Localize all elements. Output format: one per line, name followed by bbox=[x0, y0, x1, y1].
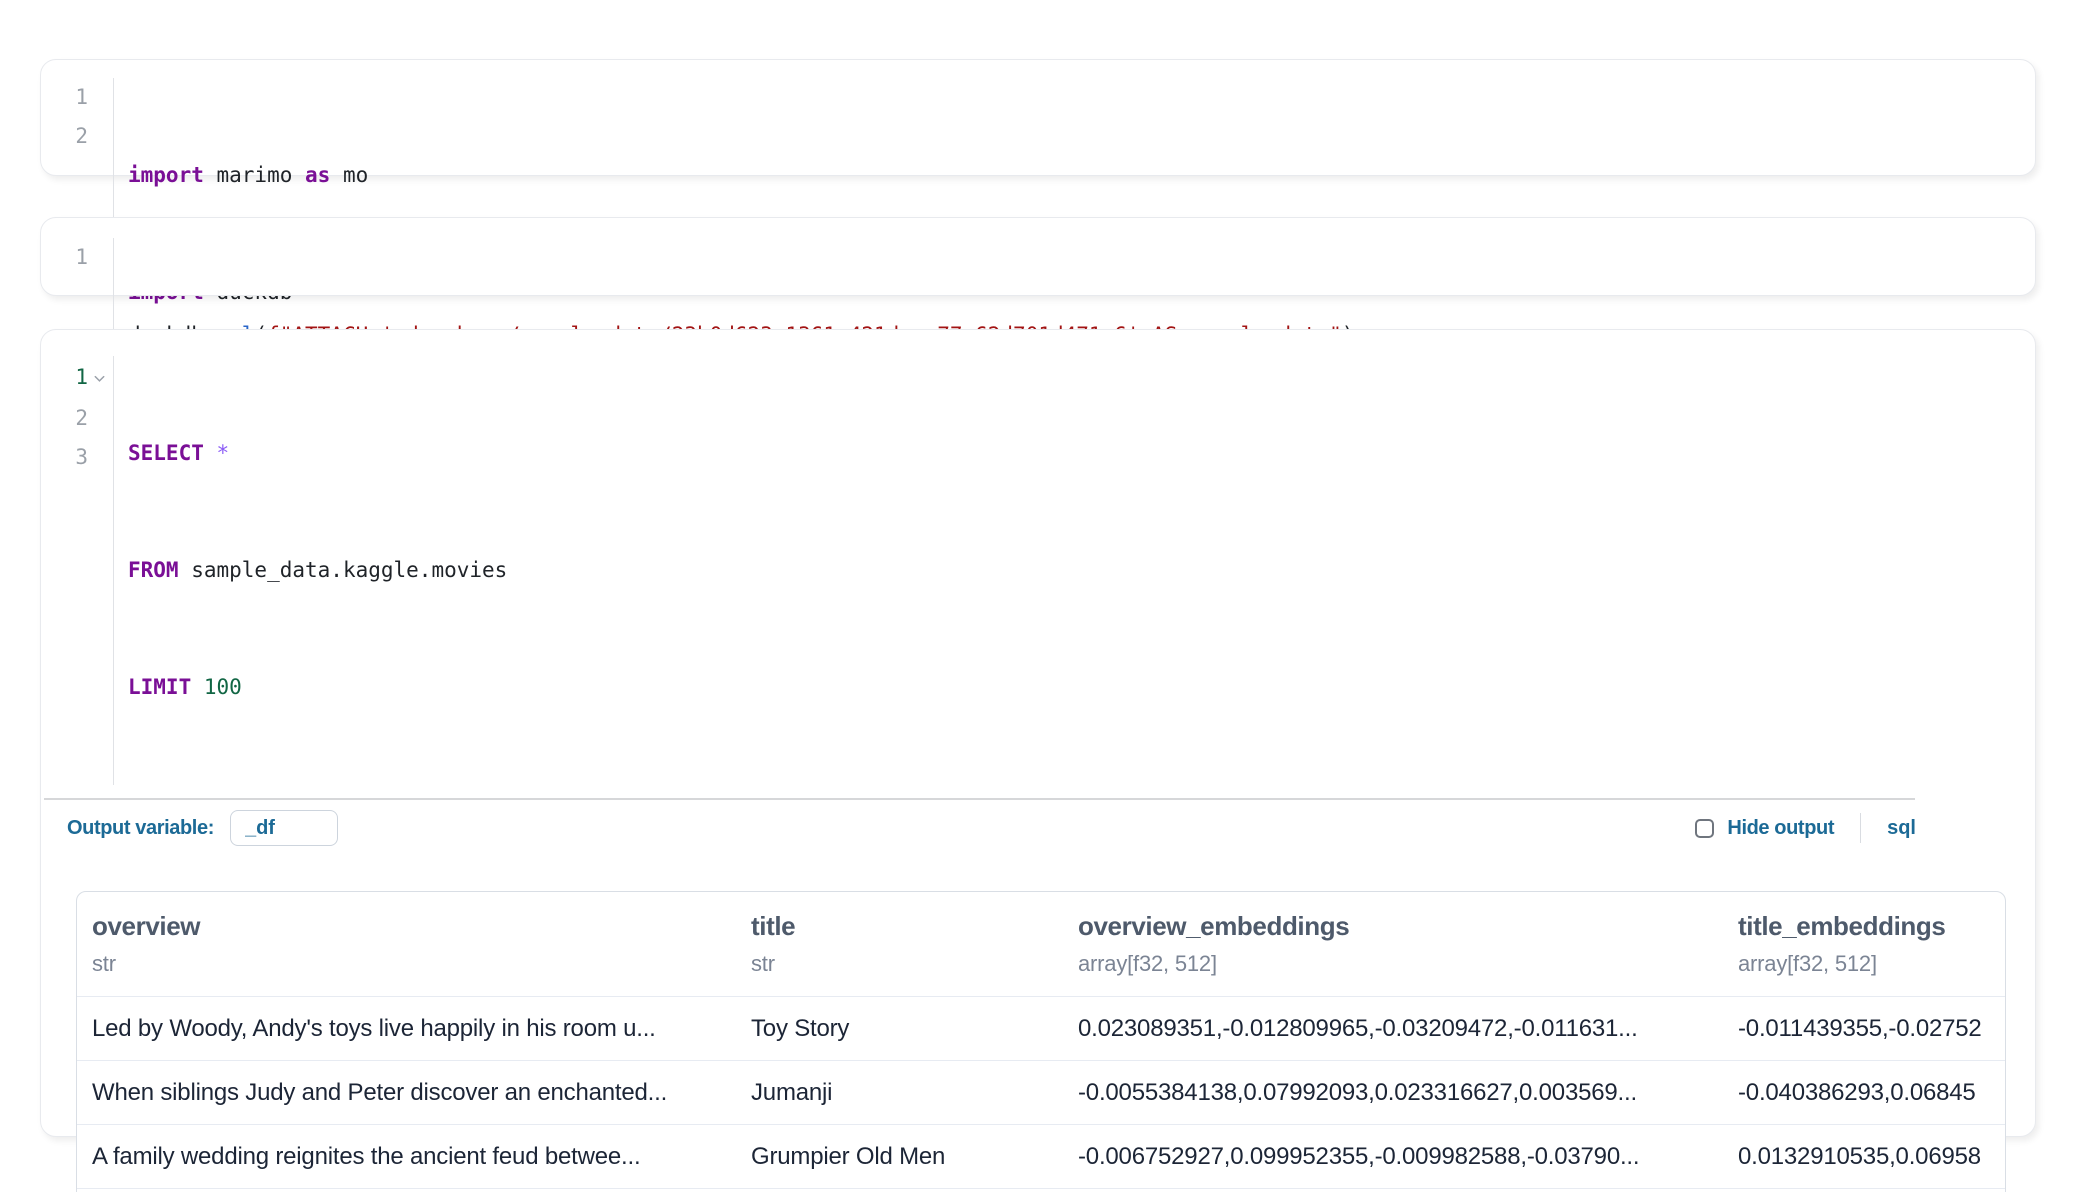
token: LIMIT bbox=[128, 675, 191, 699]
token bbox=[191, 675, 204, 699]
chevron-down-icon[interactable] bbox=[92, 360, 107, 399]
table-header-row: overview str title str overview_embeddin… bbox=[77, 892, 2005, 996]
cell-overview-embeddings: -0.006752927,0.099952355,-0.009982588,-0… bbox=[1062, 1143, 1722, 1171]
token: mo bbox=[330, 163, 368, 187]
column-name: title_embeddings bbox=[1738, 911, 2005, 942]
hide-output-label: Hide output bbox=[1727, 817, 1834, 840]
column-name: title bbox=[751, 911, 1062, 942]
cell-overview: Led by Woody, Andy's toys live happily i… bbox=[77, 1015, 735, 1043]
cell-overview-embeddings: -0.0055384138,0.07992093,0.023316627,0.0… bbox=[1062, 1079, 1722, 1107]
cell-overview: A family wedding reignites the ancient f… bbox=[77, 1143, 735, 1171]
hide-output-checkbox[interactable] bbox=[1695, 819, 1714, 838]
code-line: LIMIT 100 bbox=[128, 668, 507, 707]
token bbox=[204, 441, 217, 465]
column-type: str bbox=[751, 951, 1062, 977]
line-number-text: 1 bbox=[75, 358, 88, 397]
line-number: 1 bbox=[41, 78, 113, 117]
table-row: Led by Woody, Andy's toys live happily i… bbox=[77, 996, 2005, 1060]
line-number: 3 bbox=[41, 438, 113, 477]
token: SELECT bbox=[128, 441, 204, 465]
table-row: Cheated on, mistreated and stepped on, t… bbox=[77, 1188, 2005, 1192]
token: * bbox=[217, 441, 230, 465]
code-content[interactable]: SELECT * FROM sample_data.kaggle.movies … bbox=[114, 356, 507, 785]
token: as bbox=[305, 163, 330, 187]
output-variable-label: Output variable: bbox=[67, 817, 214, 840]
marimo-notebook: 1 2 import marimo as mo import duckdb 1 … bbox=[0, 0, 2086, 1192]
sql-cell: 1 2 3 SELECT * FROM sample_data.kaggle.m… bbox=[40, 329, 2036, 1137]
table-row: When siblings Judy and Peter discover an… bbox=[77, 1060, 2005, 1124]
code-cell-attach: 1 duckdb.sql(f"ATTACH 'md:_share/sample_… bbox=[40, 217, 2036, 296]
column-name: overview bbox=[92, 911, 735, 942]
code-line: SELECT * bbox=[128, 434, 507, 473]
line-number: 2 bbox=[41, 399, 113, 438]
code-editor: 1 2 3 SELECT * FROM sample_data.kaggle.m… bbox=[41, 356, 2035, 785]
cell-title-embeddings: -0.040386293,0.06845 bbox=[1722, 1079, 2005, 1107]
line-number: 2 bbox=[41, 117, 113, 156]
column-header-title-embeddings[interactable]: title_embeddings array[f32, 512] bbox=[1722, 911, 2005, 996]
code-line: FROM sample_data.kaggle.movies bbox=[128, 551, 507, 590]
column-header-overview[interactable]: overview str bbox=[77, 911, 735, 996]
cell-title: Jumanji bbox=[735, 1079, 1062, 1107]
line-number: 1 bbox=[41, 238, 113, 277]
cell-title-embeddings: 0.0132910535,0.06958 bbox=[1722, 1143, 2005, 1171]
result-table: overview str title str overview_embeddin… bbox=[76, 891, 2006, 1192]
column-type: str bbox=[92, 951, 735, 977]
token: import bbox=[128, 163, 204, 187]
code-line: import marimo as mo bbox=[128, 156, 368, 195]
column-type: array[f32, 512] bbox=[1078, 951, 1722, 977]
column-header-title[interactable]: title str bbox=[735, 911, 1062, 996]
divider bbox=[1860, 813, 1861, 843]
code-cell-imports: 1 2 import marimo as mo import duckdb bbox=[40, 59, 2036, 176]
line-number-gutter: 1 2 3 bbox=[41, 356, 114, 785]
column-header-overview-embeddings[interactable]: overview_embeddings array[f32, 512] bbox=[1062, 911, 1722, 996]
cell-title: Grumpier Old Men bbox=[735, 1143, 1062, 1171]
token: marimo bbox=[204, 163, 305, 187]
column-type: array[f32, 512] bbox=[1738, 951, 2005, 977]
token: FROM bbox=[128, 558, 179, 582]
token: 100 bbox=[204, 675, 242, 699]
column-name: overview_embeddings bbox=[1078, 911, 1722, 942]
language-badge[interactable]: sql bbox=[1887, 817, 1916, 840]
line-number: 1 bbox=[41, 356, 113, 399]
cell-title: Toy Story bbox=[735, 1015, 1062, 1043]
sql-options-bar: Output variable: Hide output sql bbox=[41, 800, 2035, 856]
table-row: A family wedding reignites the ancient f… bbox=[77, 1124, 2005, 1188]
token: sample_data.kaggle.movies bbox=[179, 558, 508, 582]
cell-overview-embeddings: 0.023089351,-0.012809965,-0.03209472,-0.… bbox=[1062, 1015, 1722, 1043]
cell-title-embeddings: -0.011439355,-0.02752 bbox=[1722, 1015, 2005, 1043]
output-variable-input[interactable] bbox=[230, 810, 338, 846]
cell-overview: When siblings Judy and Peter discover an… bbox=[77, 1079, 735, 1107]
